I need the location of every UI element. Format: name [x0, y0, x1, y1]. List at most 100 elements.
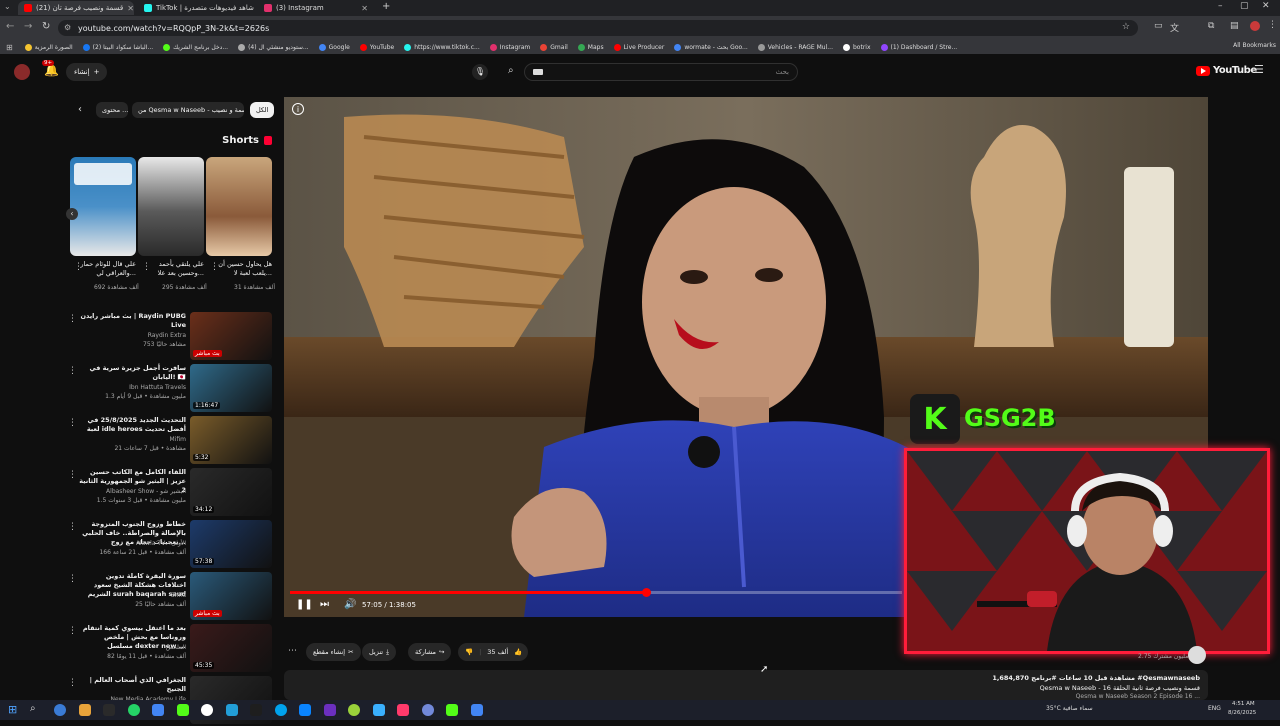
short-card-1[interactable] — [206, 157, 272, 256]
bookmark-item[interactable]: https://www.tiktok.c... — [404, 43, 480, 51]
taskbar-app-icon[interactable] — [78, 704, 91, 716]
bookmark-item[interactable]: (4) ستوديو منشئي ال... — [238, 43, 309, 51]
minimize-window-button[interactable]: – — [1218, 1, 1223, 11]
close-tab-icon[interactable]: ✕ — [361, 4, 368, 13]
taskbar-app-icon[interactable] — [470, 704, 483, 716]
dislike-icon[interactable]: 👎 — [465, 648, 473, 656]
video-more-icon[interactable]: ⋮ — [68, 314, 77, 324]
short-title[interactable]: علي يلتقي بأحمد وحسين بعد علا... — [144, 260, 204, 278]
like-dislike-button[interactable]: 👎 | 35 ألف 👍 — [458, 643, 528, 661]
share-button[interactable]: مشاركة ↪ — [408, 643, 452, 661]
next-icon[interactable]: ⏭ — [320, 599, 329, 610]
taskbar-app-icon[interactable] — [372, 704, 385, 716]
youtube-logo[interactable]: YouTube — [1196, 65, 1257, 76]
taskbar-app-icon[interactable] — [176, 704, 189, 716]
video-channel[interactable]: الملخص — [78, 644, 186, 651]
short-more-icon[interactable]: ⋮ — [142, 262, 151, 272]
bookmark-item[interactable]: الصورة الرمزية — [24, 43, 73, 51]
taskbar-app-icon[interactable] — [225, 704, 238, 716]
short-more-icon[interactable]: ⋮ — [74, 262, 83, 272]
description-box[interactable]: 1,684,870 مشاهدة قبل 10 ساعات #برنامج #Q… — [284, 670, 1208, 700]
chips-scroll-left-icon[interactable]: ‹ — [78, 104, 82, 115]
taskbar-app-icon[interactable] — [323, 704, 336, 716]
taskbar-app-icon[interactable] — [446, 704, 458, 716]
weather-widget[interactable]: 35°C سماء صافية — [1046, 705, 1093, 712]
video-more-icon[interactable]: ⋮ — [68, 626, 77, 636]
related-video-item[interactable]: 5:32 التحديث الجديد 25/8/2025 في لعبة idl… — [68, 416, 272, 466]
shorts-scroll-left-icon[interactable]: ‹ — [66, 208, 78, 220]
video-channel[interactable]: Shifa — [78, 592, 186, 599]
video-channel[interactable]: Alawla TV - الأولى — [78, 540, 186, 547]
tab-list-icon[interactable]: ⌄ — [4, 2, 11, 11]
bookmark-item[interactable]: Maps — [577, 43, 604, 51]
taskbar-app-icon[interactable] — [348, 704, 360, 716]
clock-time[interactable]: 4:51 AM — [1232, 701, 1255, 707]
windows-start-icon[interactable]: ⊞ — [8, 703, 17, 716]
search-input[interactable]: بحث — [524, 63, 798, 81]
close-window-button[interactable]: ✕ — [1262, 1, 1270, 11]
profile-avatar-icon[interactable] — [1250, 21, 1260, 31]
related-video-item[interactable]: 45:35 بعد ما اعتقل بيسوي كمية انتقام ورون… — [68, 624, 272, 674]
bookmark-item[interactable]: (1) Dashboard / Stre... — [880, 43, 957, 51]
bookmark-item[interactable]: Gmail — [540, 43, 568, 51]
bookmark-item[interactable]: Live Producer — [613, 43, 664, 51]
video-thumbnail[interactable]: بث مباشر — [190, 572, 272, 620]
video-more-icon[interactable]: ⋮ — [68, 574, 77, 584]
video-title[interactable]: بث مباشر رايدن | Raydin PUBG Live — [78, 312, 186, 330]
volume-icon[interactable]: 🔊 — [344, 599, 356, 610]
related-video-item[interactable]: بث مباشر بث مباشر رايدن | Raydin PUBG Liv… — [68, 312, 272, 362]
video-thumbnail[interactable]: 1:16:47 — [190, 364, 272, 412]
close-tab-icon[interactable]: ✕ — [127, 4, 134, 13]
voice-search-icon[interactable]: 🎙 — [472, 64, 488, 80]
video-title[interactable]: التحديث الجديد 25/8/2025 في لعبة idle he… — [78, 416, 186, 434]
taskbar-app-icon[interactable] — [152, 704, 164, 716]
new-tab-button[interactable]: + — [382, 1, 390, 12]
browser-menu-icon[interactable]: ⋮ — [1268, 20, 1277, 30]
url-field[interactable]: ⚙ youtube.com/watch?v=RQQpP_3N-2k&t=2626… — [58, 20, 1138, 36]
taskbar-app-icon[interactable] — [274, 704, 287, 716]
video-title[interactable]: الجغرافي الذي أصحاب العالم | الجنيح — [78, 676, 186, 694]
taskbar-app-icon[interactable] — [127, 704, 140, 716]
video-thumbnail[interactable]: 34:12 — [190, 468, 272, 516]
taskbar-app-icon[interactable] — [397, 704, 409, 716]
reload-icon[interactable]: ↻ — [42, 21, 50, 32]
create-button[interactable]: إنشاء + — [66, 63, 108, 81]
related-video-item[interactable]: 57:38 خطاط وزوج الجنوب المتزوجة بالإصالة … — [68, 520, 272, 570]
channel-avatar[interactable] — [1188, 646, 1206, 664]
video-thumbnail[interactable]: 45:35 — [190, 624, 272, 672]
video-thumbnail[interactable]: بث مباشر — [190, 312, 272, 360]
browser-tab-instagram[interactable]: (3) Instagram ✕ — [258, 1, 374, 15]
pause-icon[interactable]: ❚❚ — [296, 599, 313, 610]
taskbar-app-icon[interactable] — [201, 704, 213, 716]
apps-grid-icon[interactable]: ⊞ — [6, 43, 13, 52]
maximize-window-button[interactable]: ▢ — [1240, 1, 1249, 11]
video-thumbnail[interactable]: 5:32 — [190, 416, 272, 464]
bookmark-item[interactable]: Instagram — [489, 43, 530, 51]
related-video-item[interactable]: 34:12 اللقاء الكامل مع الكاتب حسين عزيز |… — [68, 468, 272, 518]
taskbar-app-icon[interactable] — [250, 704, 262, 716]
back-icon[interactable]: ← — [6, 21, 14, 32]
bookmark-item[interactable]: دخل برنامج الشريك... — [163, 43, 228, 51]
video-thumbnail[interactable]: 57:38 — [190, 520, 272, 568]
extensions-icon[interactable]: ⧉ — [1208, 21, 1214, 31]
bookmark-item[interactable]: YouTube — [359, 43, 394, 51]
video-title[interactable]: سافرت أجمل جزيرة سرية في اليابان! 🇯🇵 — [78, 364, 187, 382]
related-video-item[interactable]: 1:16:47 سافرت أجمل جزيرة سرية في اليابان!… — [68, 364, 272, 414]
bookmark-item[interactable]: Google — [318, 43, 350, 51]
video-more-icon[interactable]: ⋮ — [68, 366, 77, 376]
language-indicator[interactable]: ENG — [1208, 705, 1221, 712]
all-bookmarks[interactable]: All Bookmarks — [1233, 42, 1276, 49]
search-button[interactable]: ⌕ — [500, 62, 526, 82]
sidepanel-icon[interactable]: ▤ — [1230, 21, 1239, 31]
taskbar-app-icon[interactable] — [299, 704, 311, 716]
video-channel[interactable]: Mifim — [78, 436, 186, 443]
chip-related[interactable]: محتوى ... — [96, 102, 128, 118]
browser-tab-youtube[interactable]: (21) قسمة ونصيب فرصة تان ✕ — [18, 1, 134, 15]
chip-from-channel[interactable]: من Qesma w Naseeb - قسمة و نصيب — [132, 102, 244, 118]
video-more-icon[interactable]: ⋮ — [68, 418, 77, 428]
taskbar-app-icon[interactable] — [54, 704, 66, 716]
more-actions-icon[interactable]: ⋯ — [288, 646, 297, 656]
video-channel[interactable]: Raydin Extra — [78, 332, 186, 339]
bookmark-item[interactable]: (2) الباشا سكواد البيتا... — [82, 43, 153, 51]
video-more-icon[interactable]: ⋮ — [68, 522, 77, 532]
